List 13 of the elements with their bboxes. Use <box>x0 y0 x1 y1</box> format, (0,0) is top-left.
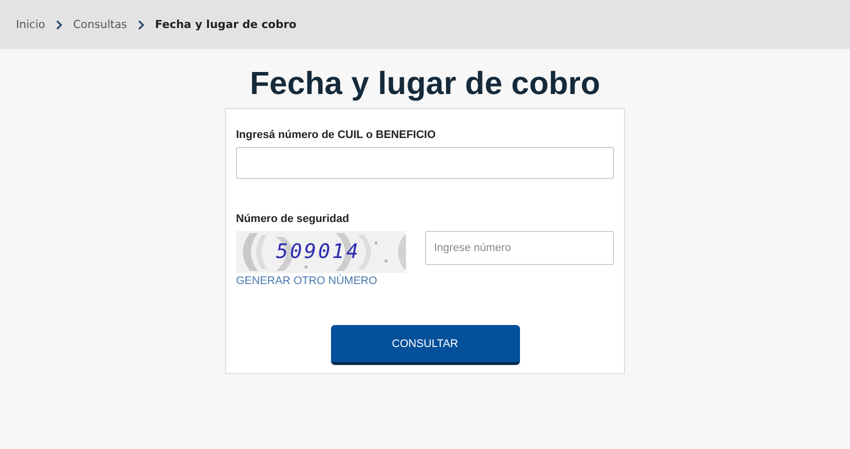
breadcrumb-link[interactable]: Consultas <box>73 18 128 31</box>
breadcrumb-current: Fecha y lugar de cobro <box>155 18 296 31</box>
input-field[interactable] <box>236 147 614 179</box>
page-title: Fecha y lugar de cobro <box>250 65 600 102</box>
chevron-icon <box>55 20 64 30</box>
input-field[interactable]: Ingrese número <box>425 231 614 265</box>
regenerate-link[interactable]: GENERAR OTRO NÚMERO <box>236 275 406 287</box>
submit-button[interactable]: CONSULTAR <box>330 325 520 365</box>
chevron-icon <box>137 20 146 30</box>
breadcrumb-link[interactable]: Inicio <box>16 18 46 31</box>
captcha-text: 509014 <box>276 239 360 263</box>
field-label: Ingresá número de CUIL o BENEFICIO <box>236 129 437 141</box>
field-label: Número de seguridad <box>236 213 350 225</box>
